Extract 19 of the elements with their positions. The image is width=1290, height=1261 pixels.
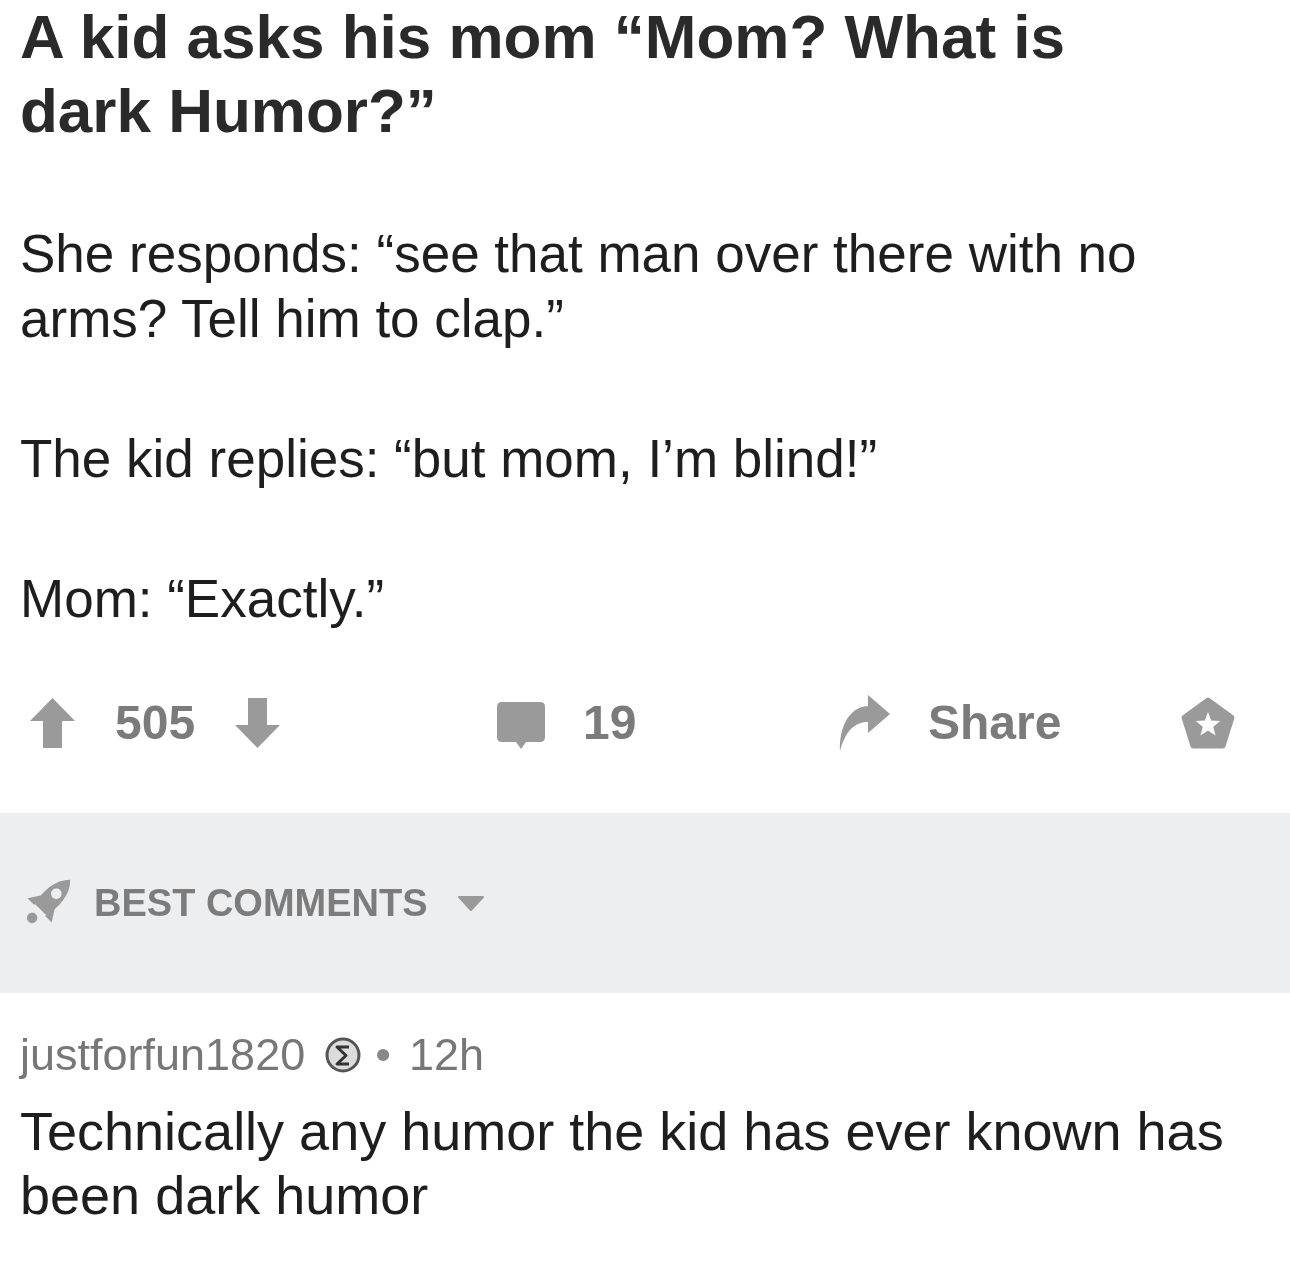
post-body-paragraph: The kid replies: “but mom, I’m blind!” [20,428,879,490]
speech-bubble-icon [497,701,545,749]
curved-arrow-icon [838,695,890,751]
share-button[interactable]: Share [838,693,1062,753]
comments-button[interactable]: 19 [497,693,637,753]
upvote-arrow-icon[interactable] [30,698,75,748]
post-body-paragraph: She responds: “see that man over there with no arms? Tell him to clap.” [20,223,1138,350]
sort-button[interactable]: BEST COMMENTS [22,877,484,929]
caret-icon [457,895,484,911]
bullet-separator: • [375,1029,391,1081]
star-icon[interactable] [1180,696,1236,750]
post-title: A kid asks his mom “Mom? What is dark Humor?” [20,1,1066,147]
comment-body: Technically any humor the kid has ever known has been dark humor [20,1100,1225,1227]
downvote-arrow-icon[interactable] [235,698,281,748]
badge-icon [325,1036,362,1074]
vote-score: 505 [115,695,196,751]
comment-author[interactable]: justforfun1820 [20,1029,306,1081]
comment-age: 12h [409,1029,485,1081]
post-body-paragraph: Mom: “Exactly.” [20,568,386,630]
